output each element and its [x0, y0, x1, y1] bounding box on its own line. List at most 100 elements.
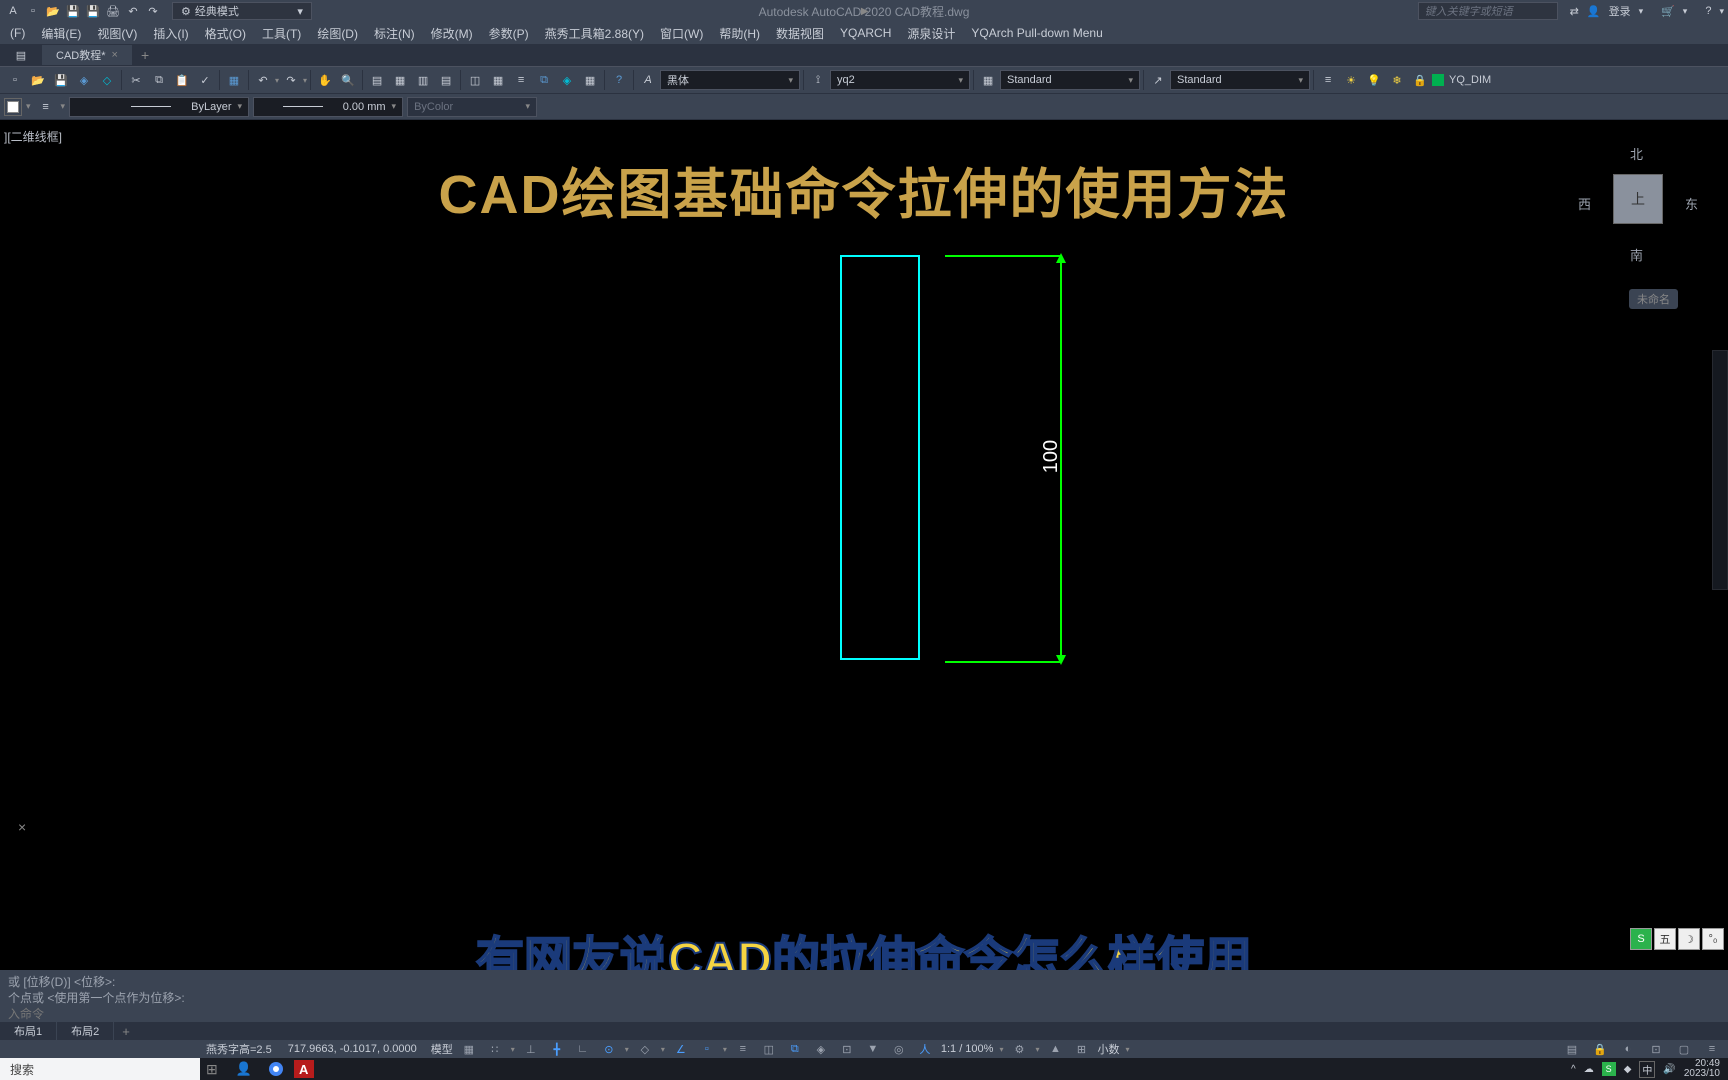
workspace-selector[interactable]: ⚙ 经典模式 ▾	[172, 2, 312, 20]
menu-yanxiu[interactable]: 燕秀工具箱2.88(Y)	[537, 22, 652, 44]
menu-draw[interactable]: 绘图(D)	[309, 22, 366, 44]
sheet-set-icon[interactable]: ▤	[435, 69, 457, 91]
viewcube-north[interactable]: 北	[1630, 144, 1643, 163]
ime-sogou-icon[interactable]: S	[1630, 928, 1652, 950]
zoom-icon[interactable]: 🔍	[337, 69, 359, 91]
table-style-icon[interactable]: ▦	[977, 69, 999, 91]
menu-help[interactable]: 帮助(H)	[711, 22, 768, 44]
menu-view[interactable]: 视图(V)	[89, 22, 145, 44]
layer-icon[interactable]: ≡	[510, 69, 532, 91]
block-icon[interactable]: ▦	[223, 69, 245, 91]
save-icon[interactable]: 💾	[64, 2, 82, 20]
menu-modify[interactable]: 修改(M)	[423, 22, 481, 44]
lock-icon[interactable]: 🔒	[1409, 69, 1431, 91]
menu-tools[interactable]: 工具(T)	[254, 22, 309, 44]
customize-icon[interactable]: ≡	[1702, 1041, 1722, 1057]
3d-icon[interactable]: ◈	[556, 69, 578, 91]
close-tab-icon[interactable]: ×	[112, 49, 118, 61]
ime-floating-badge[interactable]: S 五 ☽ °₀	[1630, 928, 1724, 950]
selection-filter-icon[interactable]: ▼	[863, 1041, 883, 1057]
3dosnap-icon[interactable]: ◈	[811, 1041, 831, 1057]
anno-monitor-icon[interactable]: ▲	[1045, 1041, 1065, 1057]
autocad-logo-icon[interactable]: A	[4, 2, 22, 20]
copy-icon[interactable]: ⧉	[148, 69, 170, 91]
document-tab[interactable]: CAD教程* ×	[42, 45, 133, 65]
menu-format[interactable]: 格式(O)	[197, 22, 254, 44]
menu-window[interactable]: 窗口(W)	[652, 22, 711, 44]
pan-icon[interactable]: ✋	[314, 69, 336, 91]
design-center-icon[interactable]: ▦	[389, 69, 411, 91]
tray-up-icon[interactable]: ^	[1571, 1064, 1576, 1075]
quick-prop-icon[interactable]: ▤	[1562, 1041, 1582, 1057]
mleader-style-icon[interactable]: ↗	[1147, 69, 1169, 91]
tray-app-icon[interactable]: S	[1602, 1062, 1616, 1076]
command-close-icon[interactable]: ×	[18, 819, 26, 835]
search-input[interactable]: 键入关键字或短语	[1418, 2, 1558, 20]
isolate-icon[interactable]: ◐	[1618, 1041, 1638, 1057]
bulb-icon[interactable]: 💡	[1363, 69, 1385, 91]
model-button[interactable]: 模型	[431, 1041, 453, 1057]
cut-icon[interactable]: ✂	[125, 69, 147, 91]
exchange-icon[interactable]: ⇄	[1570, 5, 1579, 18]
ime-punct-icon[interactable]: °₀	[1702, 928, 1724, 950]
props-icon[interactable]: ▤	[366, 69, 388, 91]
add-tab-button[interactable]: +	[133, 47, 157, 63]
sun-icon[interactable]: ☀	[1340, 69, 1362, 91]
ortho-icon[interactable]: ∟	[573, 1041, 593, 1057]
tool-palette-icon[interactable]: ▥	[412, 69, 434, 91]
view-cube[interactable]: 北 南 西 东 上 未命名	[1578, 144, 1698, 264]
volume-icon[interactable]: 🔊	[1663, 1064, 1675, 1075]
plot-icon[interactable]: ◇	[96, 69, 118, 91]
transparency-icon[interactable]: ◫	[759, 1041, 779, 1057]
layer-select[interactable]: ByLayer ▾	[69, 97, 249, 117]
ime-moon-icon[interactable]: ☽	[1678, 928, 1700, 950]
viewcube-west[interactable]: 西	[1578, 194, 1591, 213]
gizmo-icon[interactable]: ◎	[889, 1041, 909, 1057]
menu-yqarch-pulldown[interactable]: YQArch Pull-down Menu	[963, 22, 1110, 44]
osnap-2d-icon[interactable]: ▫	[697, 1041, 717, 1057]
help-icon[interactable]: ?	[1705, 5, 1711, 17]
osnap-icon[interactable]: ∠	[671, 1041, 691, 1057]
undo-icon[interactable]: ↶	[124, 2, 142, 20]
calc-icon[interactable]: ▦	[487, 69, 509, 91]
windows-search[interactable]: 搜索	[0, 1058, 200, 1080]
layer-color-swatch[interactable]	[1432, 74, 1444, 86]
app-icon[interactable]: 👤	[230, 1059, 258, 1079]
dim-style-select[interactable]: yq2 ▾	[830, 70, 970, 90]
clean-screen-icon[interactable]: ▢	[1674, 1041, 1694, 1057]
text-style-icon[interactable]: A	[637, 69, 659, 91]
redo-icon[interactable]: ↷	[144, 2, 162, 20]
viewcube-south[interactable]: 南	[1630, 245, 1643, 264]
start-tab-icon[interactable]: ▤	[10, 44, 32, 66]
isodraft-icon[interactable]: ◇	[635, 1041, 655, 1057]
add-layout-button[interactable]: +	[114, 1024, 138, 1039]
layers-icon[interactable]: ⧉	[533, 69, 555, 91]
paste-icon[interactable]: 📋	[171, 69, 193, 91]
save-file-icon[interactable]: 💾	[50, 69, 72, 91]
dynamic-input-icon[interactable]: ╋	[547, 1041, 567, 1057]
help-button[interactable]: ?	[608, 69, 630, 91]
annotation-icon[interactable]: 人	[915, 1041, 935, 1057]
cart-icon[interactable]: 🛒	[1661, 5, 1675, 18]
infer-icon[interactable]: ⊥	[521, 1041, 541, 1057]
menu-dataview[interactable]: 数据视图	[768, 22, 832, 44]
autocad-app-icon[interactable]: A	[294, 1060, 314, 1078]
ime-lang[interactable]: 中	[1639, 1061, 1655, 1078]
menu-file[interactable]: (F)	[2, 22, 33, 44]
ime-mode-label[interactable]: 五	[1654, 928, 1676, 950]
new-icon[interactable]: ▫	[24, 2, 42, 20]
print-icon[interactable]: 🖨	[104, 2, 122, 20]
snap-icon[interactable]: ∷	[485, 1041, 505, 1057]
color-select[interactable]: ByColor ▾	[407, 97, 537, 117]
open-icon[interactable]: 📂	[44, 2, 62, 20]
menu-insert[interactable]: 插入(I)	[145, 22, 196, 44]
menu-edit[interactable]: 编辑(E)	[33, 22, 89, 44]
color-picker[interactable]	[4, 98, 22, 116]
rectangle-shape[interactable]	[840, 255, 920, 660]
table-icon[interactable]: ▦	[579, 69, 601, 91]
units-icon[interactable]: ⊞	[1071, 1041, 1091, 1057]
undo-button[interactable]: ↶	[252, 69, 274, 91]
task-view-icon[interactable]: ⊞	[206, 1061, 218, 1078]
menu-yuanquan[interactable]: 源泉设计	[899, 22, 963, 44]
match-icon[interactable]: ✓	[194, 69, 216, 91]
